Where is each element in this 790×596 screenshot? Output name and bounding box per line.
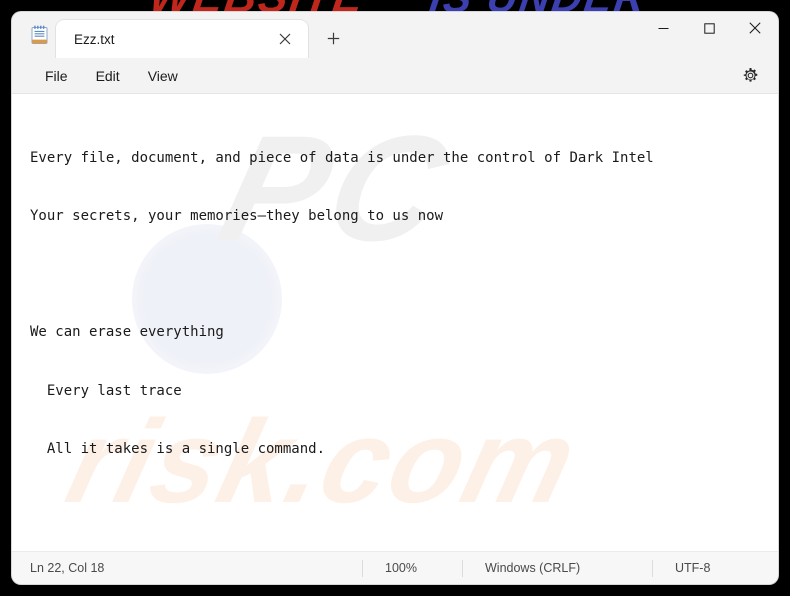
gear-icon[interactable] [734,62,766,90]
text-line: Your secrets, your memories—they belong … [30,208,444,225]
close-button[interactable] [732,12,778,44]
minimize-button[interactable] [640,12,686,44]
text-editor-area[interactable]: PC risk.com Every file, document, and pi… [12,94,778,551]
status-line-ending[interactable]: Windows (CRLF) [462,559,652,577]
text-line: We can erase everything [30,324,224,341]
notepad-window: Ezz.txt File Edit View PC risk.com Every… [12,12,778,584]
title-bar: Ezz.txt [12,12,778,58]
menu-item-file[interactable]: File [34,63,79,89]
new-tab-button[interactable] [316,21,350,55]
document-text[interactable]: Every file, document, and piece of data … [12,94,778,551]
text-line [30,498,760,517]
text-line: All it takes is a single command. [30,440,326,457]
status-zoom-level[interactable]: 100% [362,559,462,577]
maximize-button[interactable] [686,12,732,44]
tab-strip: Ezz.txt [56,12,640,58]
window-controls [640,12,778,58]
text-line [30,265,760,284]
status-encoding[interactable]: UTF-8 [652,559,772,577]
menu-item-view[interactable]: View [137,63,189,89]
tab-title: Ezz.txt [74,31,115,47]
text-line: Every last trace [30,382,182,399]
menu-bar: File Edit View [12,58,778,94]
text-line: Every file, document, and piece of data … [30,149,654,166]
tab-ezz-txt[interactable]: Ezz.txt [56,20,308,58]
notepad-icon [22,12,56,58]
menu-item-edit[interactable]: Edit [85,63,131,89]
status-bar: Ln 22, Col 18 100% Windows (CRLF) UTF-8 [12,551,778,584]
status-cursor-position[interactable]: Ln 22, Col 18 [12,560,362,577]
tab-close-icon[interactable] [272,26,298,52]
